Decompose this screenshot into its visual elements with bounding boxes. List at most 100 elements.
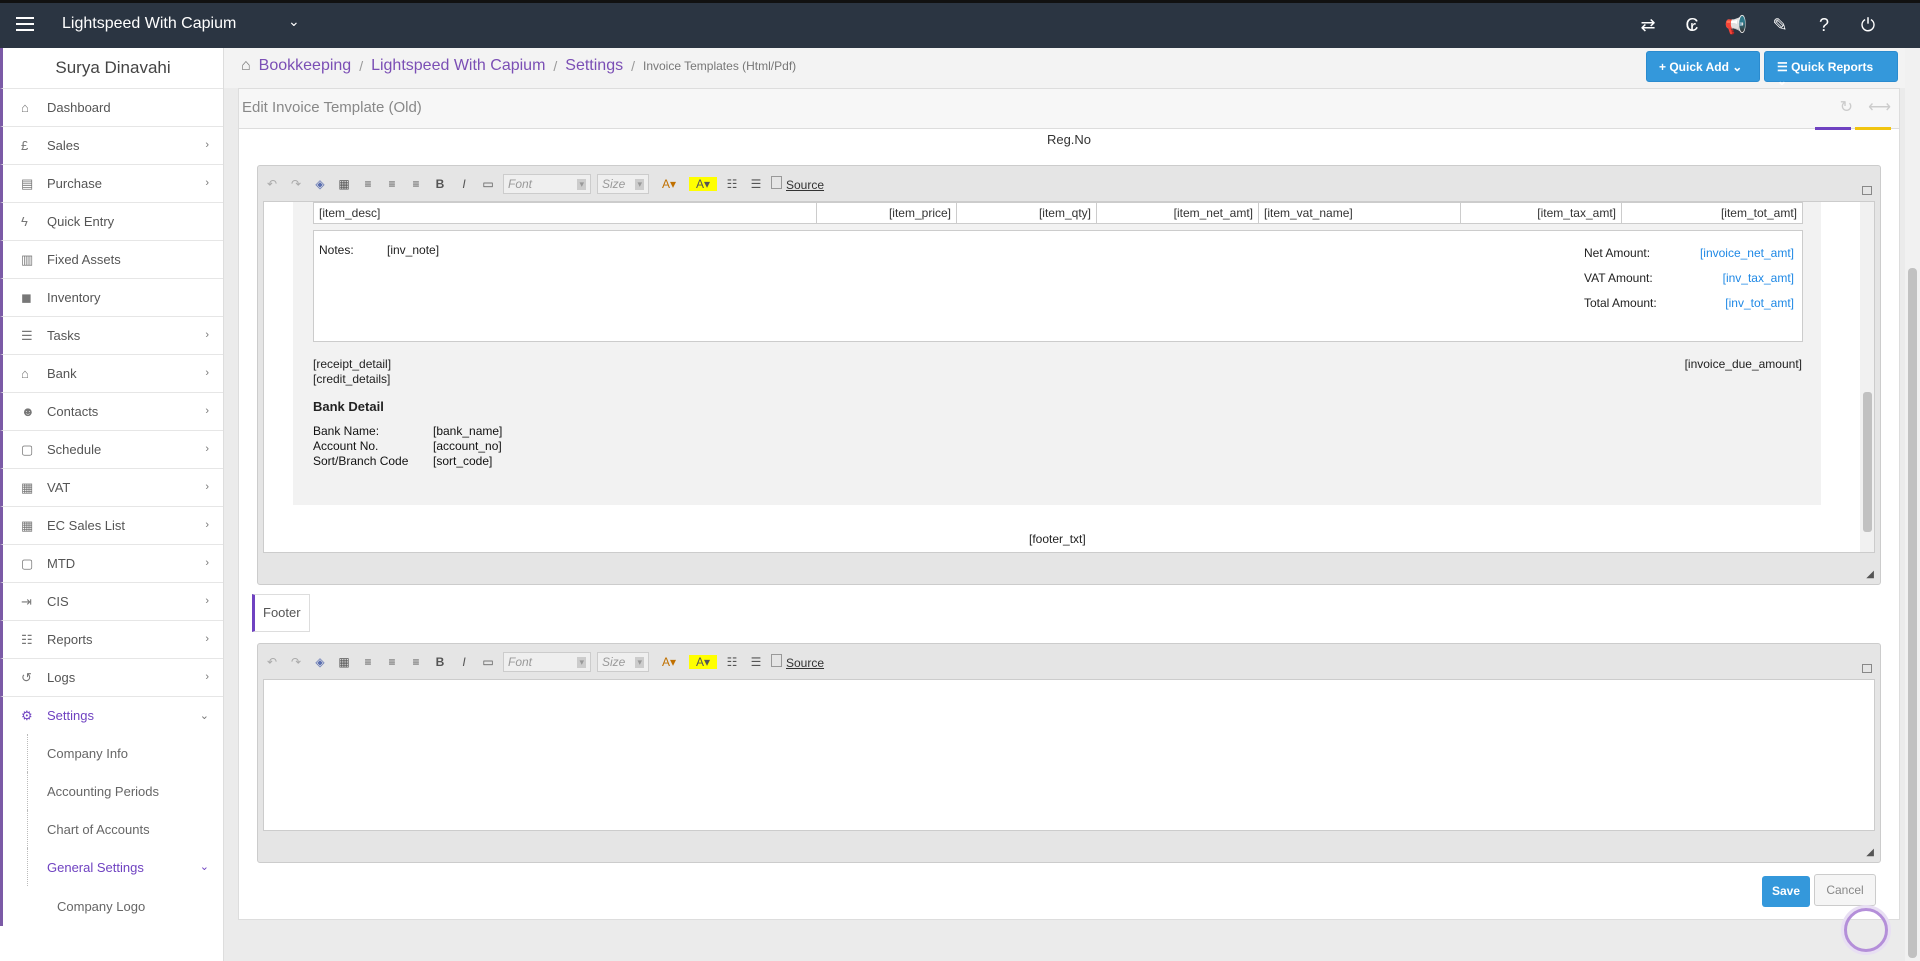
collapse-icon[interactable]: ⟷ bbox=[1868, 97, 1891, 117]
save-button[interactable]: Save bbox=[1762, 876, 1810, 907]
breadcrumb-settings[interactable]: Settings bbox=[565, 57, 623, 75]
home-icon[interactable]: ⌂ bbox=[241, 57, 251, 75]
sidebar-item-cis[interactable]: ⇥ CIS › bbox=[0, 582, 223, 620]
chevron-right-icon: › bbox=[205, 405, 209, 417]
sidebar-item-tasks[interactable]: ☰ Tasks › bbox=[0, 316, 223, 354]
redo-icon[interactable]: ↷ bbox=[287, 655, 305, 669]
source-button[interactable]: Source bbox=[771, 654, 824, 670]
sidebar-item-contacts[interactable]: ☻ Contacts › bbox=[0, 392, 223, 430]
sidebar-item-quick-entry[interactable]: ϟ Quick Entry bbox=[0, 202, 223, 240]
sidebar-item-mtd[interactable]: ▢ MTD › bbox=[0, 544, 223, 582]
sidebar-item-vat[interactable]: ▦ VAT › bbox=[0, 468, 223, 506]
refresh-icon[interactable]: ↻ bbox=[1840, 97, 1853, 117]
source-icon bbox=[771, 654, 782, 667]
sidebar-item-logs[interactable]: ↺ Logs › bbox=[0, 658, 223, 696]
company-selector[interactable]: Lightspeed With Capium bbox=[62, 15, 236, 33]
sidebar-item-reports[interactable]: ☷ Reports › bbox=[0, 620, 223, 658]
chevron-right-icon: › bbox=[205, 177, 209, 189]
sidebar-item-purchase[interactable]: ▤ Purchase › bbox=[0, 164, 223, 202]
sidebar-item-schedule[interactable]: ▢ Schedule › bbox=[0, 430, 223, 468]
bold-icon[interactable]: B bbox=[431, 177, 449, 191]
align-right-icon[interactable]: ≡ bbox=[407, 655, 425, 669]
align-left-icon[interactable]: ≡ bbox=[359, 177, 377, 191]
menu-icon[interactable] bbox=[16, 17, 34, 31]
align-center-icon[interactable]: ≡ bbox=[383, 177, 401, 191]
eraser-icon[interactable]: ◈ bbox=[311, 655, 329, 669]
bulleted-list-icon[interactable]: ☰ bbox=[747, 177, 765, 191]
cancel-button[interactable]: Cancel bbox=[1814, 874, 1876, 906]
net-amount-label: Net Amount: bbox=[1584, 246, 1651, 260]
undo-icon[interactable]: ↶ bbox=[263, 655, 281, 669]
breadcrumb-company[interactable]: Lightspeed With Capium bbox=[371, 57, 545, 75]
ticket-icon[interactable]: ✎ bbox=[1758, 15, 1802, 36]
redo-icon[interactable]: ↷ bbox=[287, 177, 305, 191]
font-select[interactable]: Font ▾ bbox=[503, 652, 591, 672]
undo-icon[interactable]: ↶ bbox=[263, 177, 281, 191]
table-icon[interactable]: ▦ bbox=[335, 655, 353, 669]
background-color-icon[interactable]: A▾ bbox=[689, 655, 717, 669]
background-color-icon[interactable]: A▾ bbox=[689, 177, 717, 191]
align-left-icon[interactable]: ≡ bbox=[359, 655, 377, 669]
sidebar-subitem-chart-of-accounts[interactable]: Chart of Accounts bbox=[0, 810, 223, 848]
maximize-icon[interactable] bbox=[1862, 186, 1872, 195]
purchase-icon: ▤ bbox=[21, 175, 34, 191]
resize-handle-icon[interactable]: ◢ bbox=[1866, 569, 1874, 580]
sidebar-item-bank[interactable]: ⌂ Bank › bbox=[0, 354, 223, 392]
breadcrumb-bookkeeping[interactable]: Bookkeeping bbox=[259, 57, 352, 75]
horizontal-rule-icon[interactable]: ▭ bbox=[479, 177, 497, 191]
align-right-icon[interactable]: ≡ bbox=[407, 177, 425, 191]
source-button[interactable]: Source bbox=[771, 176, 824, 192]
eraser-icon[interactable]: ◈ bbox=[311, 177, 329, 191]
sidebar-item-settings[interactable]: ⚙ Settings ⌄ bbox=[0, 696, 223, 734]
quick-reports-button[interactable]: ☰ Quick Reports ⌄ bbox=[1764, 51, 1898, 88]
sidebar-subitem-company-logo[interactable]: Company Logo bbox=[0, 886, 223, 926]
numbered-list-icon[interactable]: ☷ bbox=[723, 177, 741, 191]
sidebar-item-fixed-assets[interactable]: ▥ Fixed Assets bbox=[0, 240, 223, 278]
sidebar-item-inventory[interactable]: ◼ Inventory bbox=[0, 278, 223, 316]
template-body-editor: ↶ ↷ ◈ ▦ ≡ ≡ ≡ B I ▭ Font ▾ Size ▾ A▾ A▾ ☷ … bbox=[257, 165, 1881, 585]
text-color-icon[interactable]: A▾ bbox=[655, 177, 683, 191]
help-icon[interactable]: ? bbox=[1802, 15, 1846, 36]
horizontal-rule-icon[interactable]: ▭ bbox=[479, 655, 497, 669]
editor-content-area[interactable]: [item_desc] [item_price] [item_qty] [ite… bbox=[263, 201, 1875, 553]
size-select[interactable]: Size ▾ bbox=[597, 174, 649, 194]
italic-icon[interactable]: I bbox=[455, 655, 473, 669]
size-select[interactable]: Size ▾ bbox=[597, 652, 649, 672]
page-scrollbar[interactable] bbox=[1905, 48, 1920, 961]
invoice-template-preview: [item_desc] [item_price] [item_qty] [ite… bbox=[293, 202, 1821, 505]
chevron-right-icon: › bbox=[205, 557, 209, 569]
numbered-list-icon[interactable]: ☷ bbox=[723, 655, 741, 669]
text-color-icon[interactable]: A▾ bbox=[655, 655, 683, 669]
sidebar-subitem-company-info[interactable]: Company Info bbox=[0, 734, 223, 772]
resize-handle-icon[interactable]: ◢ bbox=[1866, 847, 1874, 858]
editor-content-area[interactable] bbox=[263, 679, 1875, 831]
total-amount-label: Total Amount: bbox=[1584, 296, 1657, 310]
sidebar-item-sales[interactable]: £ Sales › bbox=[0, 126, 223, 164]
power-icon[interactable]: ⏻ bbox=[1846, 15, 1890, 36]
transfer-icon[interactable]: ⇄ bbox=[1626, 15, 1670, 36]
sidebar-item-ec-sales-list[interactable]: ▦ EC Sales List › bbox=[0, 506, 223, 544]
currency-icon[interactable]: ₢ bbox=[1670, 15, 1714, 36]
chevron-right-icon: › bbox=[205, 139, 209, 151]
quick-add-button[interactable]: + Quick Add ⌄ bbox=[1646, 51, 1760, 82]
sidebar-item-dashboard[interactable]: ⌂ Dashboard bbox=[0, 88, 223, 126]
editor-scrollbar[interactable] bbox=[1860, 202, 1874, 552]
chevron-down-icon: ⌄ bbox=[199, 861, 209, 873]
table-icon[interactable]: ▦ bbox=[335, 177, 353, 191]
calculator-icon: ▦ bbox=[21, 517, 34, 533]
sidebar-subitem-accounting-periods[interactable]: Accounting Periods bbox=[0, 772, 223, 810]
font-select[interactable]: Font ▾ bbox=[503, 174, 591, 194]
chevron-down-icon[interactable]: ⌄ bbox=[288, 13, 300, 30]
maximize-icon[interactable] bbox=[1862, 664, 1872, 673]
sort-code-value: [sort_code] bbox=[433, 454, 493, 468]
bold-icon[interactable]: B bbox=[431, 655, 449, 669]
user-name: Surya Dinavahi bbox=[0, 48, 223, 88]
megaphone-icon[interactable]: 📢 bbox=[1714, 15, 1758, 36]
sidebar-subitem-general-settings[interactable]: General Settings ⌄ bbox=[0, 848, 223, 886]
sidebar-item-label: Fixed Assets bbox=[47, 252, 121, 267]
sidebar-item-label: Settings bbox=[47, 708, 94, 723]
item-qty-cell: [item_qty] bbox=[957, 203, 1097, 223]
bulleted-list-icon[interactable]: ☰ bbox=[747, 655, 765, 669]
italic-icon[interactable]: I bbox=[455, 177, 473, 191]
align-center-icon[interactable]: ≡ bbox=[383, 655, 401, 669]
